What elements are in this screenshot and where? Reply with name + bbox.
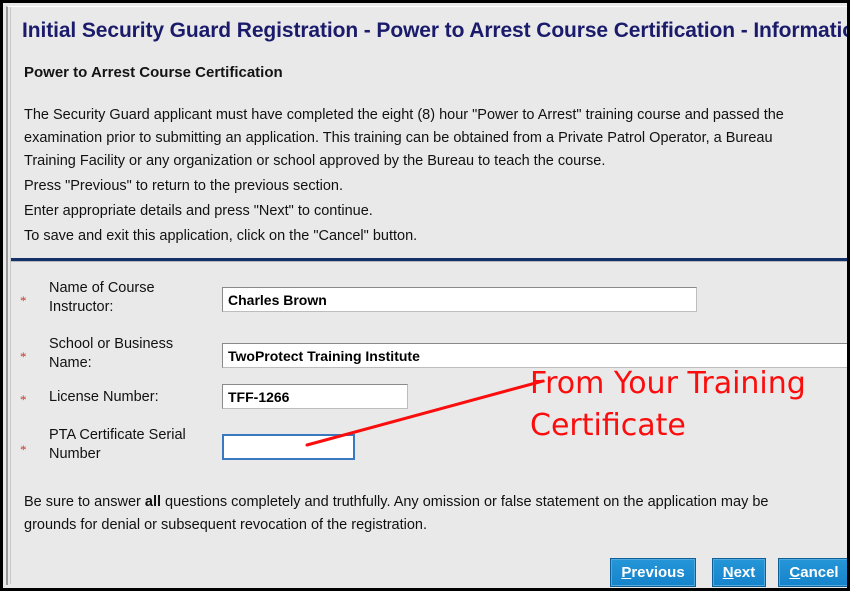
window-panel-inner: Initial Security Guard Registration - Po… xyxy=(10,7,850,587)
intro-line-1: The Security Guard applicant must have c… xyxy=(24,107,784,123)
previous-button-accesskey: P xyxy=(621,564,632,581)
intro-line-3: Training Facility or any organization or… xyxy=(24,153,606,169)
annotation-line-2: Certificate xyxy=(530,408,686,443)
section-divider-shadow xyxy=(11,261,847,262)
annotation-label: From Your Training Certificate xyxy=(530,363,847,447)
annotation-line-1: From Your Training xyxy=(530,366,806,401)
next-button[interactable]: Next xyxy=(712,558,766,587)
input-course-instructor[interactable] xyxy=(222,287,697,312)
application-window: Initial Security Guard Registration - Po… xyxy=(0,0,850,591)
section-heading: Power to Arrest Course Certification xyxy=(24,64,283,81)
instruction-next: Enter appropriate details and press "Nex… xyxy=(24,203,373,219)
page-title-text: Initial Security Guard Registration - Po… xyxy=(22,19,850,42)
next-button-label: ext xyxy=(733,564,756,581)
required-indicator: * xyxy=(20,349,27,364)
intro-line-2: examination prior to submitting an appli… xyxy=(24,130,773,146)
label-school-business-name: School or Business Name: xyxy=(49,336,174,371)
footer-line-2: grounds for denial or subsequent revocat… xyxy=(24,517,428,533)
label-course-instructor: Name of Course Instructor: xyxy=(49,280,155,315)
input-license-number[interactable] xyxy=(222,384,408,409)
footer-line-1: Be sure to answer all questions complete… xyxy=(24,491,847,514)
footer-text-after: questions completely and truthfully. Any… xyxy=(161,494,769,510)
required-indicator: * xyxy=(20,293,27,308)
instruction-previous: Press "Previous" to return to the previo… xyxy=(24,178,343,194)
input-pta-certificate-serial-number[interactable] xyxy=(222,434,355,460)
window-panel: Initial Security Guard Registration - Po… xyxy=(6,6,850,587)
button-bar: Previous Next Cancel xyxy=(11,558,847,588)
cancel-button-accesskey: C xyxy=(789,564,801,581)
instruction-cancel: To save and exit this application, click… xyxy=(24,228,418,244)
next-button-accesskey: N xyxy=(722,564,734,581)
previous-button[interactable]: Previous xyxy=(610,558,696,587)
label-pta-certificate-serial-number: PTA Certificate Serial Number xyxy=(49,427,186,462)
instruction-list: Press "Previous" to return to the previo… xyxy=(24,174,844,249)
cancel-button[interactable]: Cancel xyxy=(778,558,847,587)
intro-paragraph: The Security Guard applicant must have c… xyxy=(24,104,847,173)
footer-text-bold: all xyxy=(144,494,162,510)
footer-text-before: Be sure to answer xyxy=(24,494,145,510)
footer-note: Be sure to answer all questions complete… xyxy=(24,491,847,537)
cancel-button-label: ancel xyxy=(800,564,839,581)
previous-button-label: revious xyxy=(631,564,685,581)
required-indicator: * xyxy=(20,392,27,407)
field-row-instructor: * Name of Course Instructor: xyxy=(11,273,847,317)
page-title: Initial Security Guard Registration - Po… xyxy=(11,16,850,46)
label-license-number: License Number: xyxy=(49,389,159,405)
required-indicator: * xyxy=(20,442,27,457)
